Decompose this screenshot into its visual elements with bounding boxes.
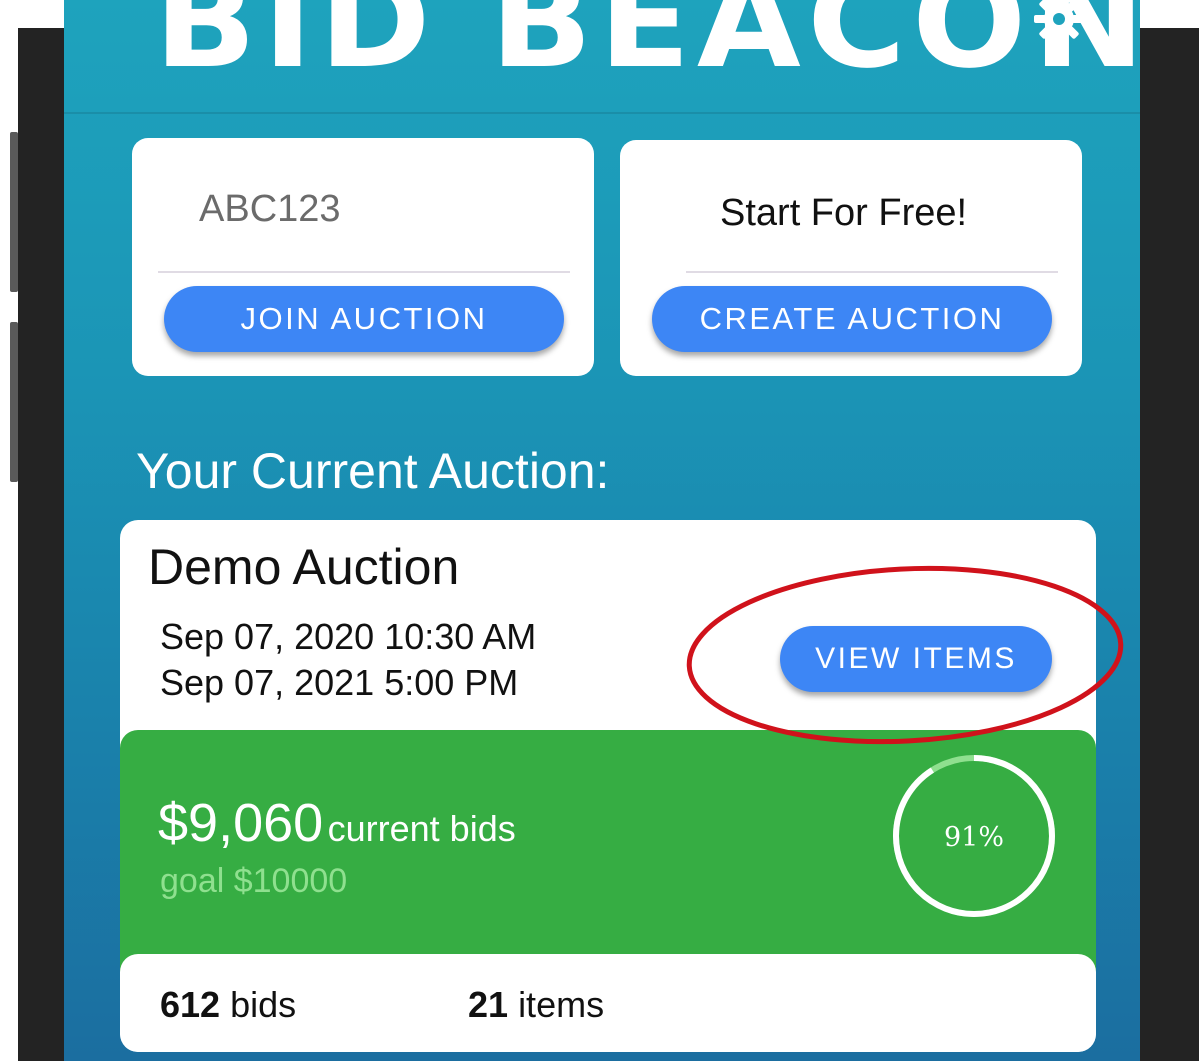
auction-end-date: Sep 07, 2021 5:00 PM <box>160 662 519 703</box>
bid-count-label: bids <box>230 984 297 1025</box>
device-side-button <box>10 322 18 482</box>
bid-count-stat: 612 bids <box>160 984 296 1026</box>
auction-start-date: Sep 07, 2020 10:30 AM <box>160 616 537 657</box>
device-volume-button <box>10 132 18 292</box>
auction-code-input[interactable]: ABC123 <box>199 188 519 231</box>
item-count-label: items <box>518 984 605 1025</box>
gear-icon[interactable] <box>1032 0 1086 46</box>
bids-total: $9,060 <box>158 793 324 853</box>
app-logo: BID BEACON <box>154 0 1140 97</box>
view-items-button[interactable]: VIEW ITEMS <box>780 626 1052 692</box>
join-auction-button[interactable]: JOIN AUCTION <box>164 286 564 352</box>
bid-count: 612 <box>160 984 221 1025</box>
bids-total-suffix: current bids <box>327 808 516 849</box>
create-auction-button[interactable]: CREATE AUCTION <box>652 286 1052 352</box>
auction-name: Demo Auction <box>148 539 460 595</box>
progress-ring: 91% <box>893 755 1055 917</box>
device-bezel-left <box>18 28 64 1061</box>
item-count: 21 <box>468 984 509 1025</box>
current-auction-card: Demo Auction Sep 07, 2020 10:30 AM Sep 0… <box>120 520 1096 1052</box>
device-bezel-right <box>1140 28 1199 1061</box>
app-screen: BID BEACON ABC123 JOIN AUCTION Start For… <box>64 0 1140 1061</box>
progress-percent: 91% <box>944 822 1004 853</box>
current-auction-heading: Your Current Auction: <box>136 443 610 499</box>
start-for-free-text: Start For Free! <box>720 192 968 234</box>
auction-stats-row: 612 bids 21 items <box>120 954 1096 1052</box>
bids-progress-panel: $9,060 current bids goal $10000 91% <box>120 730 1096 990</box>
goal-amount: goal $10000 <box>160 862 348 900</box>
bids-summary: $9,060 current bids <box>158 792 516 854</box>
code-input-underline <box>158 271 570 273</box>
create-divider <box>686 271 1058 273</box>
header-divider <box>64 112 1140 114</box>
item-count-stat: 21 items <box>468 984 604 1026</box>
